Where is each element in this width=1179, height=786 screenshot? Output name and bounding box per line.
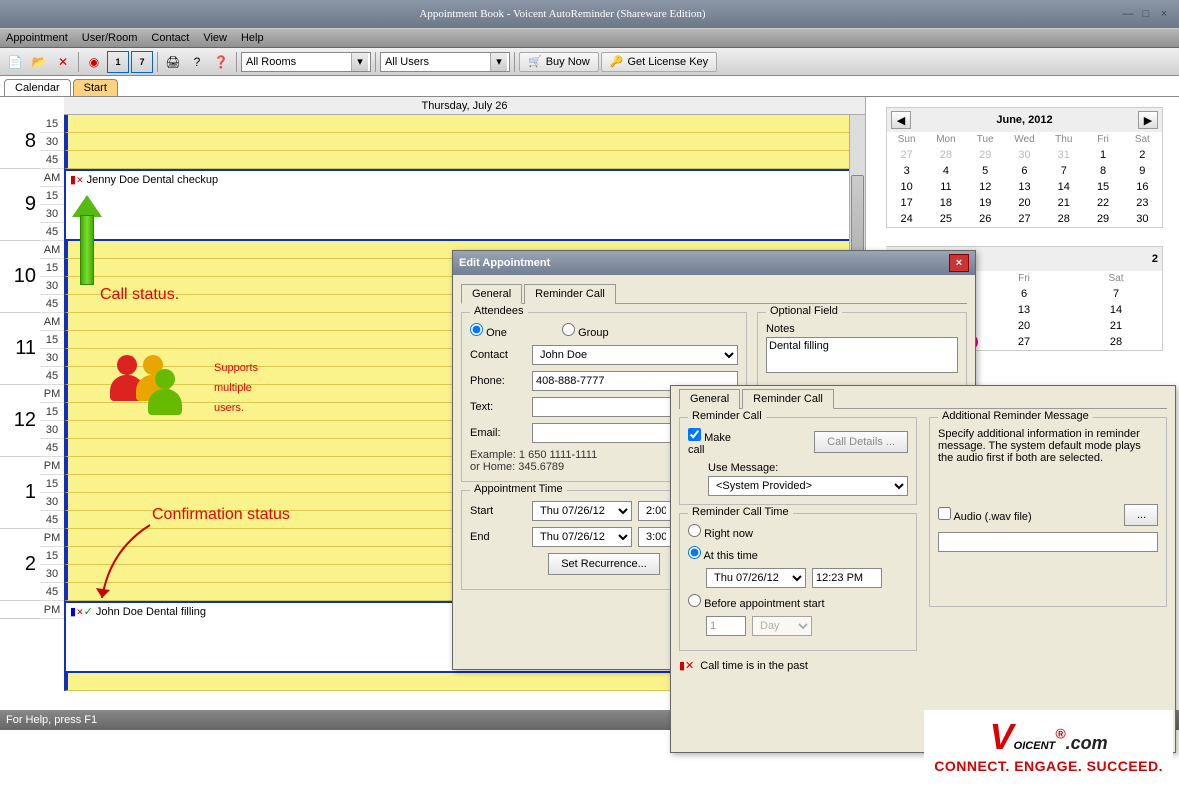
day7-icon[interactable]: 7 [131, 51, 153, 73]
reminder-date-select[interactable]: Thu 07/26/12 [706, 568, 806, 588]
annotation-multi-users: Supportsmultipleusers. [214, 358, 258, 418]
use-message-select[interactable]: <System Provided> [708, 476, 908, 496]
voicent-logo: VOICENT®.com CONNECT. ENGAGE. SUCCEED. [924, 710, 1173, 780]
reminder-call-time-group: Reminder Call Time Right now At this tim… [679, 513, 917, 651]
start-date-select[interactable]: Thu 07/26/12 [532, 501, 632, 521]
audio-path-input [938, 532, 1158, 552]
delete-icon[interactable]: ✕ [52, 51, 74, 73]
optional-field-group: Optional Field Notes [757, 312, 967, 388]
contact-select[interactable]: John Doe [532, 345, 738, 365]
dlg2-tab-reminder[interactable]: Reminder Call [742, 389, 834, 409]
menu-appointment[interactable]: Appointment [6, 32, 68, 44]
menu-help[interactable]: Help [241, 32, 264, 44]
before-num-input [706, 616, 746, 636]
appointment-jenny[interactable]: ▮✕ Jenny Doe Dental checkup [64, 169, 857, 241]
menu-view[interactable]: View [203, 32, 227, 44]
title-bar: Appointment Book - Voicent AutoReminder … [0, 0, 1179, 28]
month-label: June, 2012 [996, 114, 1052, 126]
before-unit-select: Day [752, 616, 812, 636]
annotation-confirm-status: Confirmation status [152, 506, 290, 524]
dlg1-tab-general[interactable]: General [461, 284, 522, 304]
maximize-button[interactable]: □ [1137, 8, 1155, 20]
next-month-button[interactable]: ▶ [1138, 111, 1158, 129]
print-icon[interactable]: 🖨 [162, 51, 184, 73]
attendee-group-radio[interactable] [562, 323, 575, 336]
minimize-button[interactable]: — [1119, 8, 1137, 20]
prev-month-button[interactable]: ◀ [891, 111, 911, 129]
browse-audio-button[interactable]: ... [1124, 504, 1158, 526]
toolbar: 📄 📂 ✕ ◉ 1 7 🖨 ? ❓ All Rooms All Users 🛒B… [0, 48, 1179, 76]
window-title: Appointment Book - Voicent AutoReminder … [6, 8, 1119, 20]
end-date-select[interactable]: Thu 07/26/12 [532, 527, 632, 547]
new-icon[interactable]: 📄 [4, 51, 26, 73]
at-time-radio[interactable] [688, 546, 701, 559]
call-details-button[interactable]: Call Details ... [814, 431, 908, 453]
annotation-arrow [72, 195, 102, 285]
dlg2-tab-general[interactable]: General [679, 389, 740, 409]
attendee-one-radio[interactable] [470, 323, 483, 336]
license-key-button[interactable]: 🔑Get License Key [601, 52, 717, 72]
dlg1-tab-reminder[interactable]: Reminder Call [524, 284, 616, 304]
room-combo[interactable]: All Rooms [241, 52, 371, 72]
help-icon[interactable]: ❓ [210, 51, 232, 73]
open-icon[interactable]: 📂 [28, 51, 50, 73]
day1-icon[interactable]: 1 [107, 51, 129, 73]
additional-reminder-group: Additional Reminder Message Specify addi… [929, 417, 1167, 607]
before-appt-radio[interactable] [688, 594, 701, 607]
time-ruler: 8153045 9AM153045 10AM153045 11AM153045 … [0, 115, 64, 619]
menu-contact[interactable]: Contact [151, 32, 189, 44]
close-button[interactable]: × [1155, 8, 1173, 20]
about-icon[interactable]: ? [186, 51, 208, 73]
reminder-call-panel: General Reminder Call Reminder Call Make… [670, 385, 1176, 753]
dialog-title-bar[interactable]: Edit Appointment × [453, 251, 975, 275]
buy-now-button[interactable]: 🛒Buy Now [519, 52, 599, 72]
annotation-people-icon [120, 355, 184, 417]
annotation-curved-arrow [90, 520, 160, 610]
day-header: Thursday, July 26 [64, 97, 865, 115]
notes-textarea[interactable] [766, 337, 958, 373]
right-now-radio[interactable] [688, 524, 701, 537]
warning-text: Call time is in the past [700, 660, 808, 672]
mini-calendar-june[interactable]: ◀ June, 2012 ▶ SunMonTueWedThuFriSat2728… [886, 107, 1163, 228]
annotation-call-status: Call status. [100, 286, 179, 304]
dialog-close-icon[interactable]: × [949, 254, 969, 272]
today-icon[interactable]: ◉ [83, 51, 105, 73]
make-call-checkbox[interactable] [688, 428, 701, 441]
audio-checkbox[interactable] [938, 507, 951, 520]
set-recurrence-button[interactable]: Set Recurrence... [548, 553, 660, 575]
reminder-time-input[interactable] [812, 568, 882, 588]
view-tabs: Calendar Start [0, 76, 1179, 96]
tab-start[interactable]: Start [73, 79, 118, 96]
reminder-call-group: Reminder Call Make call Call Details ...… [679, 417, 917, 505]
menu-user-room[interactable]: User/Room [82, 32, 138, 44]
user-combo[interactable]: All Users [380, 52, 510, 72]
tab-calendar[interactable]: Calendar [4, 79, 71, 96]
menu-bar: Appointment User/Room Contact View Help [0, 28, 1179, 48]
